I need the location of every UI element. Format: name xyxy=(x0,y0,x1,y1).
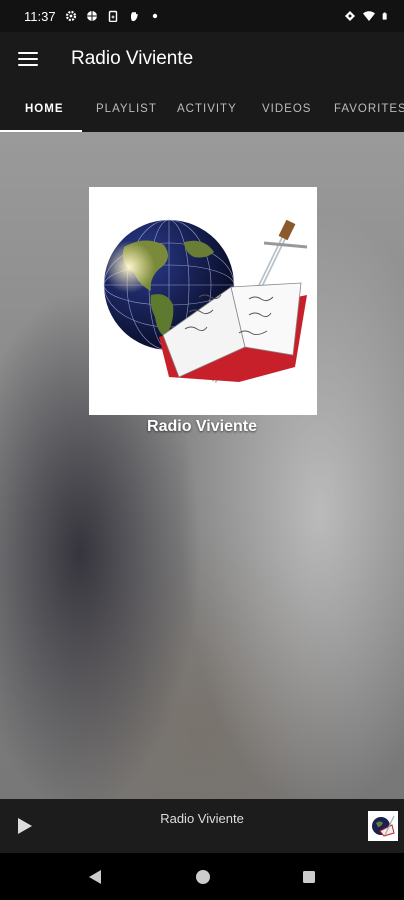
play-button[interactable] xyxy=(0,799,50,853)
status-bar: 11:37 xyxy=(0,0,404,32)
tab-playlist[interactable]: PLAYLIST xyxy=(96,103,157,115)
globe-bible-sword-logo xyxy=(103,219,308,384)
home-content: Radio Viviente xyxy=(0,132,404,799)
back-icon[interactable] xyxy=(88,869,102,885)
gear-icon xyxy=(65,10,76,22)
hand-icon xyxy=(130,12,138,22)
mini-player[interactable]: Radio Viviente xyxy=(0,799,404,853)
tab-videos[interactable]: VIDEOS xyxy=(262,103,311,115)
app-title: Radio Viviente xyxy=(71,48,194,69)
station-artwork xyxy=(89,187,317,415)
battery-saver-icon xyxy=(108,10,117,22)
vpn-key-icon xyxy=(345,11,355,21)
station-thumbnail-icon[interactable] xyxy=(368,811,398,841)
battery-icon xyxy=(382,12,387,20)
app-bar: Radio Viviente xyxy=(0,32,404,86)
wifi-icon xyxy=(363,11,375,21)
network-icon xyxy=(86,11,97,21)
hamburger-menu-button[interactable] xyxy=(0,32,56,86)
home-icon[interactable] xyxy=(195,869,211,885)
tab-activity[interactable]: ACTIVITY xyxy=(177,103,237,115)
tab-favorites[interactable]: FAVORITES xyxy=(334,103,404,115)
system-nav-bar xyxy=(0,853,404,900)
hamburger-menu-icon xyxy=(18,52,38,66)
tab-bar: HOME PLAYLIST ACTIVITY VIDEOS FAVORITES xyxy=(0,86,404,132)
now-playing-title: Radio Viviente xyxy=(160,811,244,826)
dot-icon xyxy=(152,13,157,19)
status-time: 11:37 xyxy=(24,8,56,24)
recents-icon[interactable] xyxy=(302,870,316,884)
station-name: Radio Viviente xyxy=(147,418,257,435)
tab-home[interactable]: HOME xyxy=(25,103,64,115)
